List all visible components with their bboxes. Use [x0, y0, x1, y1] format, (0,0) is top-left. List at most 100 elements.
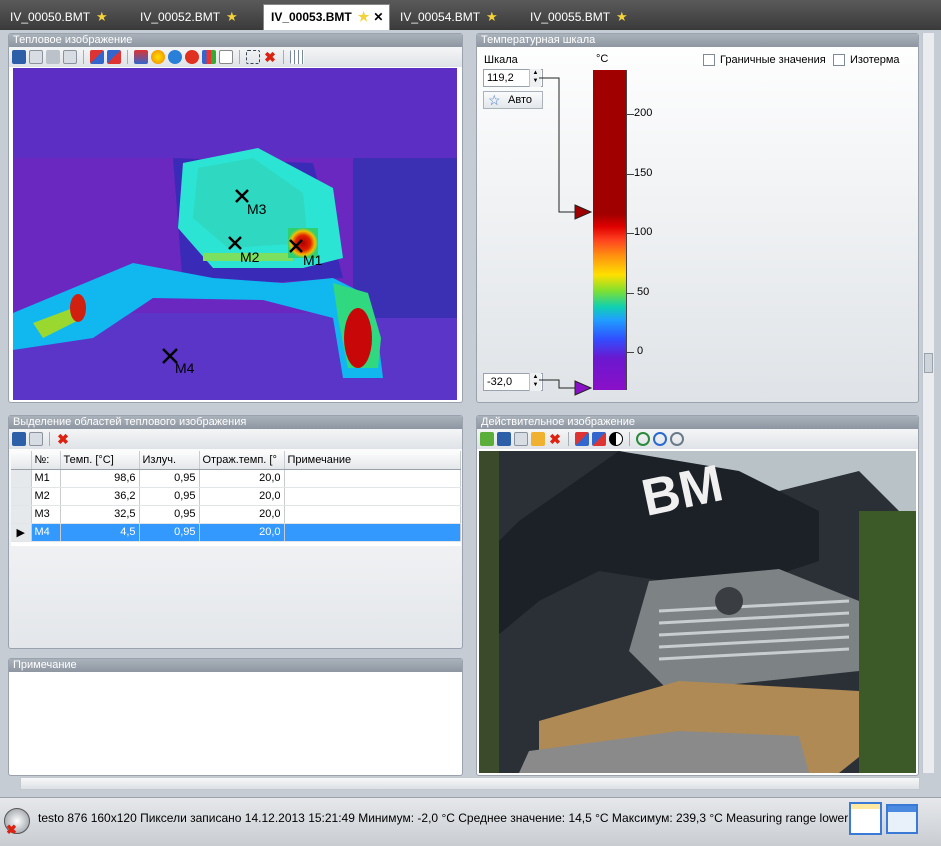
min-value-spinner[interactable]: -32,0 ▲ ▼ — [483, 373, 543, 391]
copy-icon[interactable] — [29, 432, 43, 446]
histogram-icon[interactable] — [202, 50, 216, 64]
panel-title: Тепловое изображение — [9, 34, 462, 47]
note-cell[interactable] — [284, 487, 461, 506]
real-image-panel: Действительное изображение ✖ BM — [476, 415, 919, 776]
tab-iv-00050[interactable]: IV_00050.BMT ★ — [3, 6, 108, 28]
cold-spot-icon[interactable] — [168, 50, 182, 64]
temp-cell[interactable]: 4,5 — [60, 523, 140, 542]
tab-iv-00055[interactable]: IV_00055.BMT ★ — [523, 6, 628, 28]
save-icon[interactable] — [12, 50, 26, 64]
delete-icon[interactable]: ✖ — [56, 432, 70, 446]
id-cell[interactable]: M4 — [31, 523, 61, 542]
column-header[interactable]: №: — [31, 451, 61, 470]
id-cell[interactable]: M1 — [31, 469, 61, 488]
paste-icon[interactable] — [63, 50, 77, 64]
window-layout-icon[interactable] — [849, 802, 882, 835]
emissivity-cell[interactable]: 0,95 — [139, 469, 200, 488]
emissivity-cell[interactable]: 0,95 — [139, 487, 200, 506]
save-icon[interactable] — [497, 432, 511, 446]
thermal-toolbar: ✖ — [9, 47, 462, 67]
reflected-temp-cell[interactable]: 20,0 — [199, 469, 285, 488]
table-row-selected[interactable]: ▶ M4 4,5 0,95 20,0 — [11, 523, 461, 542]
row-header-cell[interactable] — [11, 487, 32, 506]
close-icon[interactable]: ✕ — [373, 10, 383, 24]
scale-tick-label: 50 — [637, 286, 650, 298]
paste-icon[interactable] — [531, 432, 545, 446]
regions-toolbar: ✖ — [9, 429, 462, 449]
tab-iv-00053[interactable]: IV_00053.BMT ★ ✕ — [263, 4, 390, 30]
row-header-cell[interactable] — [11, 469, 32, 488]
column-header[interactable]: Излуч. — [139, 451, 200, 470]
grid-icon[interactable] — [290, 50, 304, 64]
zoom-out-icon[interactable] — [653, 432, 667, 446]
star-icon[interactable]: ★ — [96, 6, 108, 28]
vertical-scrollbar[interactable] — [922, 33, 934, 773]
tab-iv-00052[interactable]: IV_00052.BMT ★ — [133, 6, 238, 28]
contrast-icon[interactable] — [609, 432, 623, 446]
error-x-icon: ✖ — [6, 822, 17, 837]
current-row-arrow-icon[interactable]: ▶ — [11, 523, 32, 542]
copy-icon[interactable] — [514, 432, 528, 446]
export-icon[interactable] — [90, 50, 104, 64]
column-header[interactable]: Примечание — [284, 451, 461, 470]
isotherm-checkbox[interactable]: Изотерма — [833, 54, 900, 67]
copy-icon[interactable] — [29, 50, 43, 64]
real-image-photo[interactable]: BM — [479, 451, 916, 773]
note-cell[interactable] — [284, 505, 461, 524]
zoom-in-icon[interactable] — [636, 432, 650, 446]
checkbox-icon — [703, 54, 715, 67]
auto-button[interactable]: ☆ Авто — [483, 91, 543, 109]
hot-spot-icon[interactable] — [151, 50, 165, 64]
marker-label: M1 — [303, 252, 323, 268]
point-icon[interactable] — [185, 50, 199, 64]
emissivity-cell[interactable]: 0,95 — [139, 505, 200, 524]
windows-cascade-icon[interactable] — [886, 804, 918, 834]
table-row[interactable]: M1 98,6 0,95 20,0 — [11, 469, 461, 488]
star-icon[interactable]: ★ — [226, 6, 238, 28]
reflected-temp-cell[interactable]: 20,0 — [199, 505, 285, 524]
delete-icon[interactable]: ✖ — [263, 50, 277, 64]
reflected-temp-cell[interactable]: 20,0 — [199, 487, 285, 506]
select-area-icon[interactable] — [246, 50, 260, 64]
boundary-values-checkbox[interactable]: Граничные значения — [703, 54, 826, 67]
open-icon[interactable] — [480, 432, 494, 446]
row-header-cell[interactable] — [11, 505, 32, 524]
scrollbar-thumb[interactable] — [21, 778, 919, 789]
import-icon[interactable] — [592, 432, 606, 446]
import-icon[interactable] — [107, 50, 121, 64]
temp-cell[interactable]: 98,6 — [60, 469, 140, 488]
column-header[interactable]: Отраж.темп. [° — [199, 451, 285, 470]
emissivity-cell[interactable]: 0,95 — [139, 523, 200, 542]
max-value-spinner[interactable]: 119,2 ▲ ▼ — [483, 69, 543, 87]
temp-cell[interactable]: 36,2 — [60, 487, 140, 506]
note-textarea[interactable] — [11, 675, 460, 773]
id-cell[interactable]: M2 — [31, 487, 61, 506]
marker-label: M2 — [240, 249, 260, 265]
delete-icon[interactable]: ✖ — [548, 432, 562, 446]
temperature-scale-panel: Температурная шкала Шкала 119,2 ▲ ▼ ☆ Авто… — [476, 33, 919, 403]
zoom-fit-icon[interactable] — [670, 432, 684, 446]
reflected-temp-cell[interactable]: 20,0 — [199, 523, 285, 542]
note-cell[interactable] — [284, 469, 461, 488]
temp-cell[interactable]: 32,5 — [60, 505, 140, 524]
star-icon[interactable]: ★ — [616, 6, 628, 28]
export-icon[interactable] — [575, 432, 589, 446]
unit-label: °C — [596, 53, 609, 65]
panel-title: Действительное изображение — [477, 416, 918, 429]
table-row[interactable]: M2 36,2 0,95 20,0 — [11, 487, 461, 506]
star-icon[interactable]: ★ — [486, 6, 498, 28]
tab-iv-00054[interactable]: IV_00054.BMT ★ — [393, 6, 498, 28]
horizontal-scrollbar[interactable] — [20, 777, 920, 790]
thermometer-icon[interactable] — [134, 50, 148, 64]
table-row[interactable]: M3 32,5 0,95 20,0 — [11, 505, 461, 524]
profile-icon[interactable] — [219, 50, 233, 64]
regions-panel: Выделение областей теплового изображения… — [8, 415, 463, 649]
column-header[interactable]: Темп. [°C] — [60, 451, 140, 470]
save-icon[interactable] — [12, 432, 26, 446]
cut-icon[interactable] — [46, 50, 60, 64]
scrollbar-thumb[interactable] — [924, 353, 933, 373]
note-cell[interactable] — [284, 523, 461, 542]
thermal-image[interactable]: M3 M2 M1 M4 — [13, 68, 457, 400]
id-cell[interactable]: M3 — [31, 505, 61, 524]
star-icon[interactable]: ★ — [358, 5, 370, 29]
